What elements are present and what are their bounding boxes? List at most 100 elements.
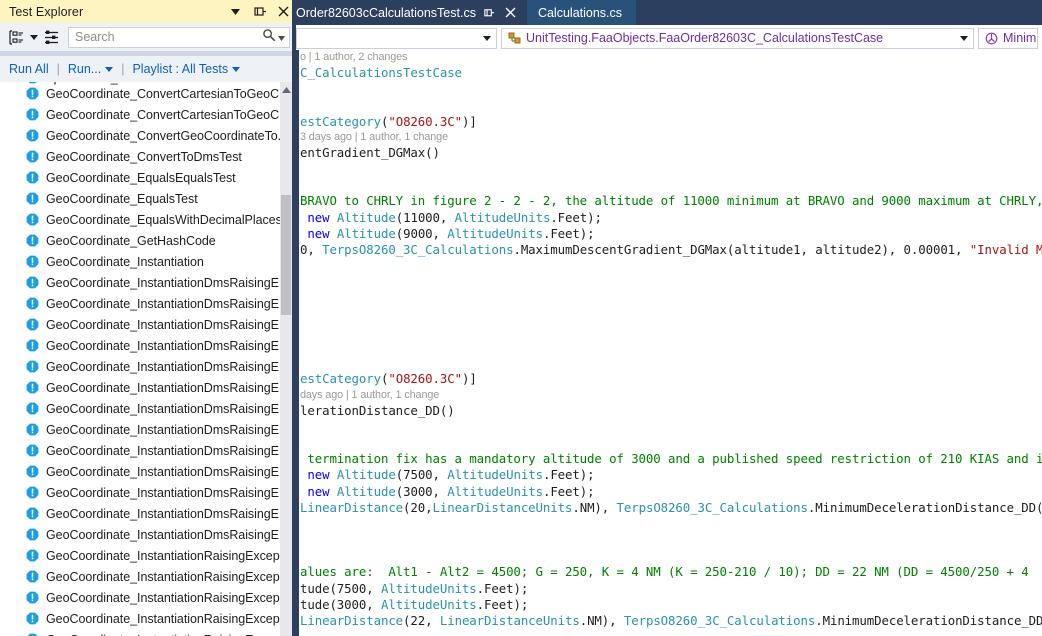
window-menu-dropdown-icon[interactable] (229, 5, 242, 19)
code-line[interactable]: new Altitude(3000, AltitudeUnits.Feet); (300, 484, 1042, 500)
search-icon[interactable] (262, 28, 276, 47)
test-list-item[interactable]: GeoCoordinate_ConvertToDmsTest (0, 146, 296, 167)
code-line[interactable] (300, 97, 1042, 113)
code-token: estCategory (300, 113, 381, 129)
test-list-item[interactable]: GeoCoordinate_InstantiationDmsRaisingE..… (0, 419, 296, 440)
code-line[interactable] (300, 258, 1042, 274)
editor-tab-strip: Order82603cCalculationsTest.cs Calculati… (296, 0, 1042, 25)
code-line[interactable]: estCategory("O8260.3C")] (300, 371, 1042, 387)
group-by-icon[interactable] (7, 28, 26, 46)
code-line[interactable]: lerationDistance_DD() (300, 403, 1042, 419)
codelens-annotation[interactable]: o | 1 author, 2 changes (300, 50, 1042, 65)
playlist-dropdown-button[interactable]: Playlist : All Tests (132, 62, 228, 76)
test-list-item[interactable]: GeoCoordinate_InstantiationDmsRaisingE..… (0, 440, 296, 461)
tab-pin-icon[interactable] (482, 3, 497, 23)
member-combo[interactable]: Minimum (978, 27, 1038, 49)
test-list-item[interactable]: GeoCoordinate_ConvertCartesianToGeoC... (0, 104, 296, 125)
test-list[interactable]: FpAssistant_Constants GeoCoordinate_Conv… (0, 82, 296, 636)
code-line[interactable] (300, 548, 1042, 564)
type-combo-caret-icon[interactable] (960, 34, 968, 43)
search-box[interactable] (68, 26, 290, 48)
run-all-button[interactable]: Run All (9, 62, 49, 76)
playlist-dropdown-caret-icon[interactable] (232, 65, 241, 74)
code-line[interactable] (300, 290, 1042, 306)
test-status-not-run-icon (26, 108, 39, 121)
code-line[interactable] (300, 339, 1042, 355)
code-token: LinearDistance (300, 499, 404, 515)
test-list-item[interactable]: GeoCoordinate_InstantiationDmsRaisingE..… (0, 461, 296, 482)
test-list-item[interactable]: GeoCoordinate_InstantiationDmsRaisingE..… (0, 272, 296, 293)
test-list-item[interactable]: GeoCoordinate_GetHashCode (0, 230, 296, 251)
editor-tab[interactable]: Order82603cCalculationsTest.cs (296, 0, 527, 25)
code-line[interactable]: new Altitude(9000, AltitudeUnits.Feet); (300, 226, 1042, 242)
project-combo-caret-icon[interactable] (483, 34, 491, 43)
code-line[interactable] (300, 419, 1042, 435)
test-list-item[interactable]: GeoCoordinate_InstantiationDmsRaisingE..… (0, 503, 296, 524)
tab-close-icon[interactable] (503, 3, 518, 23)
code-line[interactable]: new Altitude(7500, AltitudeUnits.Feet); (300, 467, 1042, 483)
test-list-item[interactable]: GeoCoordinate_InstantiationRaisingExcep.… (0, 545, 296, 566)
code-line[interactable]: tude(3000, AltitudeUnits.Feet); (300, 597, 1042, 613)
close-panel-icon[interactable] (277, 5, 290, 19)
sort-order-icon[interactable] (42, 28, 61, 46)
code-line[interactable] (300, 516, 1042, 532)
test-list-item[interactable]: GeoCoordinate_InstantiationDmsRaisingE..… (0, 398, 296, 419)
auto-hide-pin-icon[interactable] (253, 5, 266, 19)
test-list-item[interactable]: GeoCoordinate_InstantiationDmsRaisingE..… (0, 524, 296, 545)
test-list-item[interactable]: GeoCoordinate_InstantiationRaisingExcep.… (0, 629, 296, 636)
code-editor-surface[interactable]: o | 1 author, 2 changes C_CalculationsTes… (296, 50, 1042, 636)
group-by-dropdown-caret-icon[interactable] (28, 28, 39, 46)
test-list-item[interactable]: GeoCoordinate_InstantiationDmsRaisingE..… (0, 482, 296, 503)
scrollbar-up-arrow-icon[interactable] (280, 84, 292, 96)
test-list-item[interactable]: GeoCoordinate_ConvertGeoCoordinateTo... (0, 125, 296, 146)
search-input[interactable] (75, 28, 245, 46)
code-line[interactable] (300, 307, 1042, 323)
test-list-item[interactable]: GeoCoordinate_InstantiationDmsRaisingE..… (0, 314, 296, 335)
code-line[interactable]: entGradient_DGMax() (300, 145, 1042, 161)
run-dropdown-caret-icon[interactable] (105, 65, 114, 74)
code-line[interactable]: C_CalculationsTestCase (300, 65, 1042, 81)
search-dropdown-caret-icon[interactable] (278, 28, 285, 46)
code-line[interactable] (300, 532, 1042, 548)
code-line[interactable]: LinearDistance(22, LinearDistanceUnits.N… (300, 613, 1042, 629)
project-combo[interactable] (296, 27, 497, 49)
code-line[interactable] (300, 323, 1042, 339)
code-token: LinearDistance (300, 613, 404, 628)
test-list-item[interactable]: GeoCoordinate_ConvertCartesianToGeoC... (0, 83, 296, 104)
code-line[interactable] (300, 161, 1042, 177)
code-line[interactable] (300, 435, 1042, 451)
test-list-item[interactable]: GeoCoordinate_EqualsEqualsTest (0, 167, 296, 188)
editor-tab[interactable]: Calculations.cs (526, 0, 637, 25)
test-list-item[interactable]: GeoCoordinate_InstantiationDmsRaisingE..… (0, 335, 296, 356)
test-list-item[interactable]: GeoCoordinate_InstantiationRaisingExcep.… (0, 566, 296, 587)
code-token: (11000, (395, 209, 455, 225)
test-list-item[interactable]: GeoCoordinate_EqualsWithDecimalPlaces... (0, 209, 296, 230)
test-list-item[interactable]: GeoCoordinate_InstantiationRaisingExcep.… (0, 587, 296, 608)
test-list-item[interactable]: GeoCoordinate_InstantiationRaisingExcep.… (0, 608, 296, 629)
code-line[interactable]: new Altitude(11000, AltitudeUnits.Feet); (300, 210, 1042, 226)
test-list-item[interactable]: GeoCoordinate_InstantiationDmsRaisingE..… (0, 377, 296, 398)
test-list-scrollbar[interactable] (280, 82, 292, 636)
codelens-annotation[interactable]: 3 days ago | 1 author, 1 change (300, 130, 1042, 145)
code-line[interactable] (300, 81, 1042, 97)
code-line[interactable]: 0, TerpsO8260_3C_Calculations.MaximumDes… (300, 242, 1042, 258)
type-combo[interactable]: UnitTesting.FaaObjects.FaaOrder82603C_Ca… (501, 27, 974, 49)
code-token: (20, (403, 499, 433, 515)
code-line[interactable] (300, 177, 1042, 193)
code-line[interactable]: termination fix has a mandatory altitude… (300, 451, 1042, 467)
codelens-annotation[interactable]: days ago | 1 author, 1 change (300, 388, 1042, 403)
editor-area: Order82603cCalculationsTest.cs Calculati… (296, 0, 1042, 636)
code-line[interactable]: tude(7500, AltitudeUnits.Feet); (300, 581, 1042, 597)
code-line[interactable]: estCategory("O8260.3C")] (300, 114, 1042, 130)
code-line[interactable]: BRAVO to CHRLY in figure 2 - 2 - 2, the … (300, 193, 1042, 209)
scrollbar-thumb[interactable] (281, 195, 291, 315)
code-line[interactable]: alues are: Alt1 - Alt2 = 4500; G = 250, … (300, 564, 1042, 580)
code-line[interactable] (300, 355, 1042, 371)
run-dropdown-button[interactable]: Run... (68, 62, 101, 76)
test-list-item[interactable]: GeoCoordinate_EqualsTest (0, 188, 296, 209)
test-list-item[interactable]: GeoCoordinate_Instantiation (0, 251, 296, 272)
code-line[interactable] (300, 274, 1042, 290)
test-list-item[interactable]: GeoCoordinate_InstantiationDmsRaisingE..… (0, 293, 296, 314)
code-line[interactable]: LinearDistance(20,LinearDistanceUnits.NM… (300, 500, 1042, 516)
test-list-item[interactable]: GeoCoordinate_InstantiationDmsRaisingE..… (0, 356, 296, 377)
